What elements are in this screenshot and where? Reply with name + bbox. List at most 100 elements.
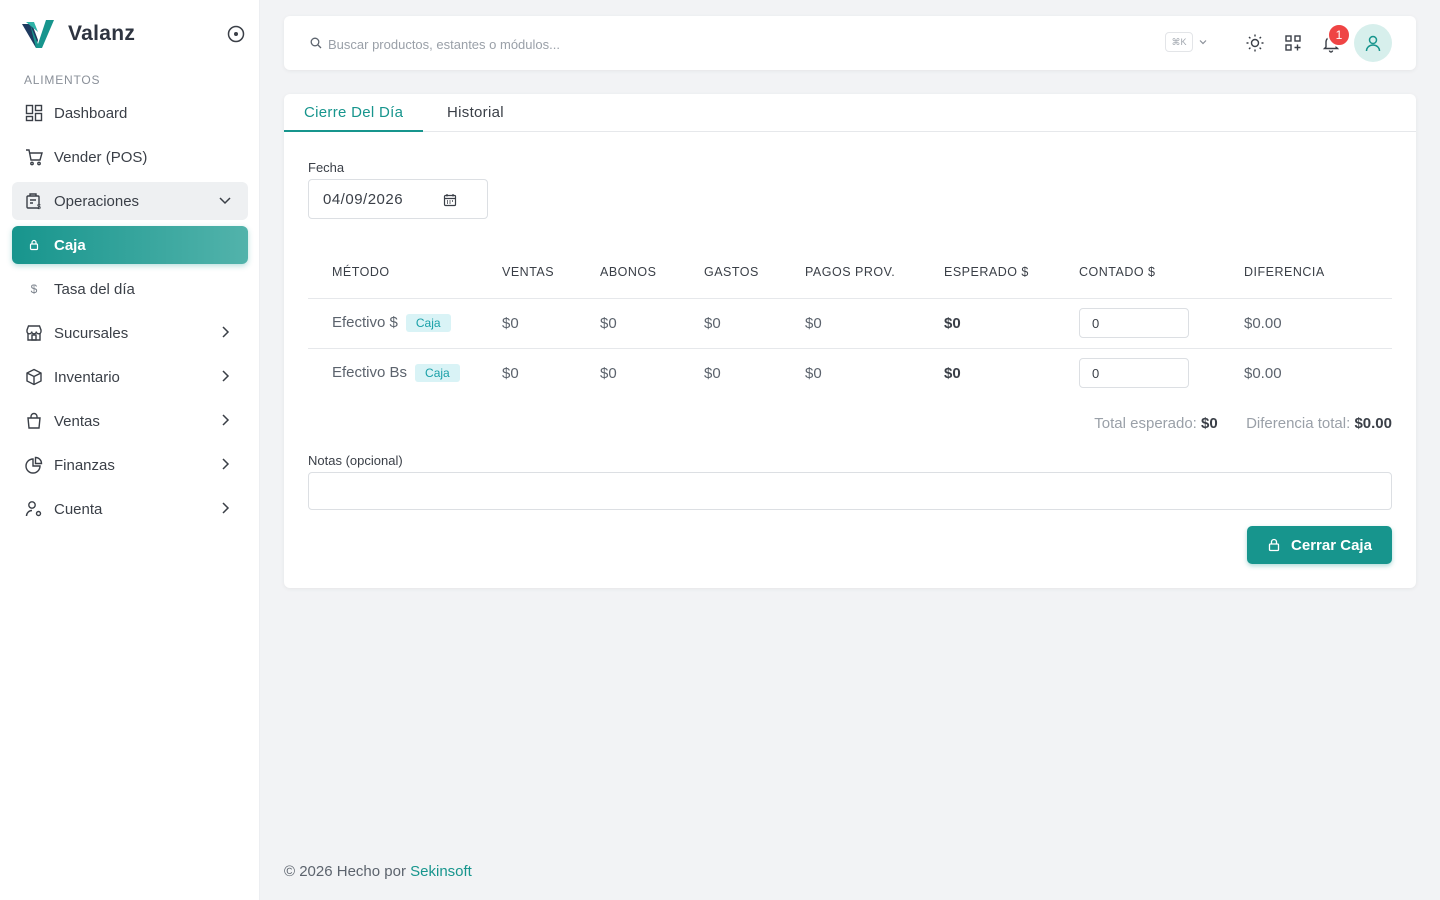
brand-name: Valanz (68, 22, 136, 45)
sidebar-item-label: Tasa del día (54, 280, 135, 298)
footer-text: © 2026 Hecho por (284, 863, 406, 880)
diferencia-cell: $0.00 (1244, 364, 1282, 382)
counted-input[interactable] (1079, 308, 1189, 338)
sidebar-item-inventario[interactable]: Inventario (12, 358, 248, 396)
calendar-icon[interactable] (443, 193, 457, 207)
column-header: GASTOS (704, 246, 805, 299)
sun-icon[interactable] (1245, 33, 1265, 53)
topbar: ⌘K 1 (284, 16, 1416, 70)
chevron-down-icon[interactable] (1198, 37, 1208, 47)
close-register-label: Cerrar Caja (1291, 536, 1372, 554)
column-header: MÉTODO (308, 246, 502, 299)
gastos-cell: $0 (704, 364, 721, 382)
total-expected-label: Total esperado: (1094, 415, 1197, 432)
tab-cierre-del-dia[interactable]: Cierre Del Día (284, 94, 424, 132)
method-name: Efectivo $ (332, 313, 398, 331)
date-label: Fecha (308, 160, 345, 175)
total-expected-value: $0 (1201, 415, 1218, 432)
counted-input[interactable] (1079, 358, 1189, 389)
sidebar-item-pos[interactable]: Vender (POS) (12, 138, 248, 176)
method-tag: Caja (405, 314, 451, 333)
collapse-sidebar-icon[interactable] (226, 24, 246, 44)
sidebar-item-label: Dashboard (54, 104, 128, 122)
svg-text:$: $ (37, 204, 41, 210)
chevron-right-icon (222, 414, 230, 426)
pagos-cell: $0 (805, 364, 822, 382)
notes-label: Notas (opcional) (308, 453, 403, 468)
chevron-right-icon (222, 458, 230, 470)
dashboard-icon (24, 103, 44, 123)
user-gear-icon (24, 499, 44, 519)
gastos-cell: $0 (704, 298, 805, 349)
diferencia-cell: $0.00 (1244, 298, 1392, 349)
sidebar-item-finanzas[interactable]: Finanzas (12, 446, 248, 484)
sidebar-item-label: Vender (POS) (54, 148, 148, 166)
chevron-right-icon (222, 370, 230, 382)
store-icon (24, 323, 44, 343)
notification-badge: 1 (1327, 23, 1351, 47)
tab-bar: Cierre Del Día Historial (284, 94, 1416, 132)
lock-icon (24, 235, 44, 255)
column-header: ABONOS (600, 246, 704, 299)
cart-icon (24, 147, 44, 167)
apps-grid-icon[interactable] (1283, 33, 1303, 53)
brand[interactable]: Valanz (20, 18, 135, 50)
sidebar-item-cuenta[interactable]: Cuenta (12, 490, 248, 528)
table-row: Efectivo Bs Caja $0 $0 $0 $0 $0 $0.00 (308, 348, 1392, 398)
sidebar-item-label: Finanzas (54, 456, 115, 474)
pagos-cell: $0 (805, 298, 944, 349)
method-tag: Caja (415, 364, 460, 383)
lock-icon (1268, 538, 1280, 552)
sidebar-item-label: Sucursales (54, 324, 129, 342)
table-header-row: MÉTODO VENTAS ABONOS GASTOS PAGOS PROV. … (308, 246, 1392, 299)
operations-icon: $ (24, 191, 44, 211)
table-row: Efectivo $ Caja $0 $0 $0 $0 $0 $0.00 (308, 298, 1392, 349)
totals-summary: Total esperado: $0 Diferencia total: $0.… (1094, 415, 1392, 432)
sidebar-item-dashboard[interactable]: Dashboard (12, 94, 248, 132)
total-diff-value: $0.00 (1354, 415, 1392, 432)
bag-icon (24, 411, 44, 431)
ventas-cell: $0 (502, 364, 519, 382)
sidebar-item-operaciones[interactable]: $ Operaciones (12, 182, 248, 220)
contado-cell (1079, 298, 1244, 349)
sidebar-item-tasa[interactable]: $ Tasa del día (12, 270, 248, 308)
method-name: Efectivo Bs (332, 364, 408, 382)
total-diff-label: Diferencia total: (1246, 415, 1351, 432)
chevron-right-icon (222, 502, 230, 514)
sidebar-item-caja[interactable]: Caja (12, 226, 248, 264)
date-field[interactable]: 04/09/2026 (308, 179, 488, 219)
footer-link[interactable]: Sekinsoft (410, 863, 472, 880)
user-icon (1365, 35, 1381, 52)
esperado-cell: $0 (944, 364, 961, 382)
valanz-logo-icon (22, 20, 54, 48)
sidebar-item-label: Inventario (54, 368, 120, 386)
column-header: DIFERENCIA (1244, 246, 1392, 299)
footer: © 2026 Hecho por Sekinsoft (284, 863, 472, 880)
abonos-cell: $0 (600, 298, 704, 349)
box-icon (24, 367, 44, 387)
tab-historial[interactable]: Historial (427, 94, 524, 132)
column-header: PAGOS PROV. (805, 246, 944, 299)
chevron-down-icon (219, 197, 231, 205)
notes-input[interactable] (308, 472, 1392, 510)
sidebar-item-label: Operaciones (54, 192, 140, 210)
chevron-right-icon (222, 326, 230, 338)
sidebar-item-label: Ventas (54, 412, 100, 430)
search-shortcut-badge: ⌘K (1165, 32, 1193, 52)
column-header: ESPERADO $ (944, 246, 1079, 299)
search-input[interactable] (328, 34, 828, 54)
esperado-cell: $0 (944, 298, 1079, 349)
sidebar-section-label: ALIMENTOS (24, 73, 101, 87)
avatar[interactable] (1354, 24, 1392, 62)
contado-cell (1079, 348, 1244, 398)
cash-closing-card: Cierre Del Día Historial Fecha 04/09/202… (284, 94, 1416, 588)
dollar-icon: $ (30, 282, 38, 296)
sidebar-item-ventas[interactable]: Ventas (12, 402, 248, 440)
cash-methods-table: MÉTODO VENTAS ABONOS GASTOS PAGOS PROV. … (308, 246, 1392, 398)
search-icon (310, 37, 322, 49)
sidebar-item-label: Cuenta (54, 500, 103, 518)
sidebar-item-sucursales[interactable]: Sucursales (12, 314, 248, 352)
pie-chart-icon (24, 455, 44, 475)
sidebar-item-label: Caja (54, 236, 86, 254)
close-register-button[interactable]: Cerrar Caja (1247, 526, 1392, 564)
